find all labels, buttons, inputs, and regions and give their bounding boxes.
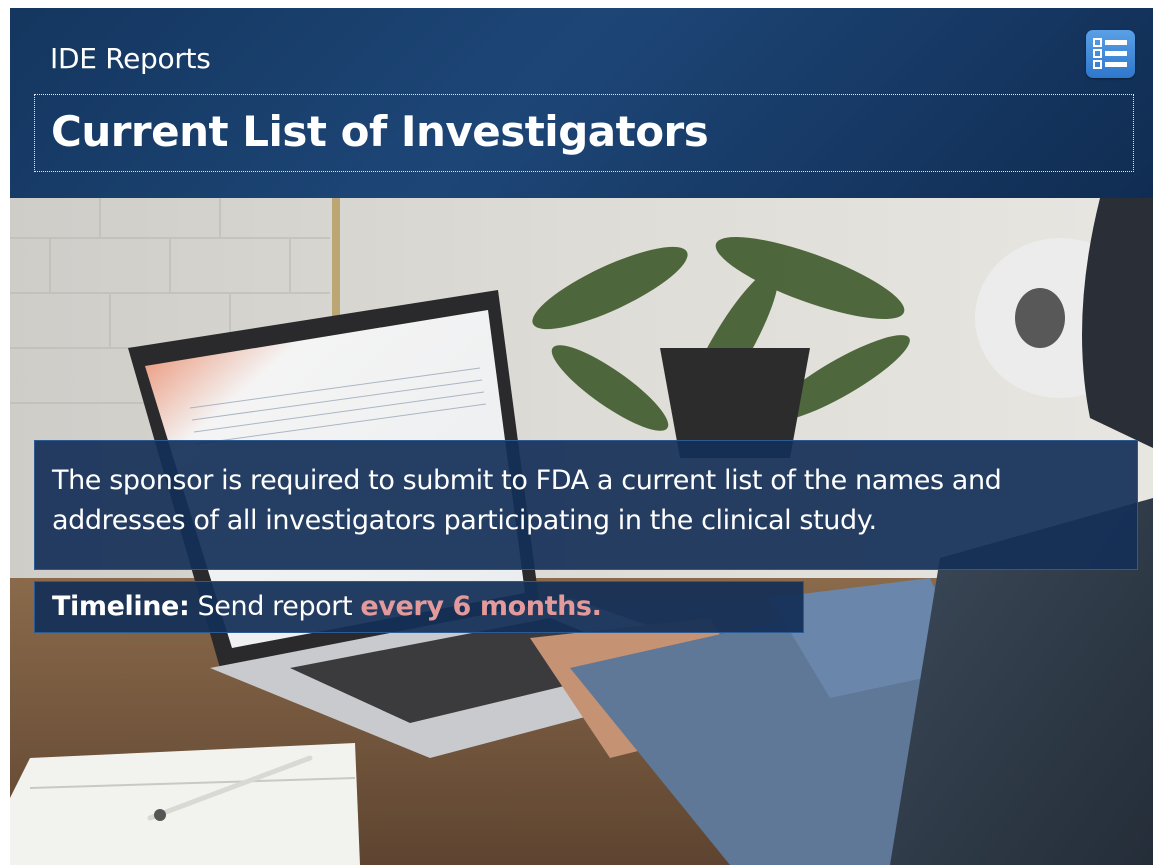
slide: IDE Reports Current List of Investigator… xyxy=(10,8,1153,865)
list-menu-icon xyxy=(1093,38,1127,69)
timeline-panel: Timeline: Send report every 6 months. xyxy=(34,581,804,633)
menu-button[interactable] xyxy=(1086,30,1135,78)
header-banner: IDE Reports Current List of Investigator… xyxy=(10,8,1153,198)
timeline-body: Send report xyxy=(189,591,361,622)
title-box: Current List of Investigators xyxy=(34,94,1134,172)
section-label: IDE Reports xyxy=(50,42,211,75)
info-panel: The sponsor is required to submit to FDA… xyxy=(34,440,1138,570)
timeline-highlight: every 6 months. xyxy=(360,591,602,622)
page-title: Current List of Investigators xyxy=(51,107,709,156)
timeline-label: Timeline: xyxy=(52,591,190,622)
timeline-text: Timeline: Send report every 6 months. xyxy=(52,591,602,622)
info-text: The sponsor is required to submit to FDA… xyxy=(52,465,1002,536)
